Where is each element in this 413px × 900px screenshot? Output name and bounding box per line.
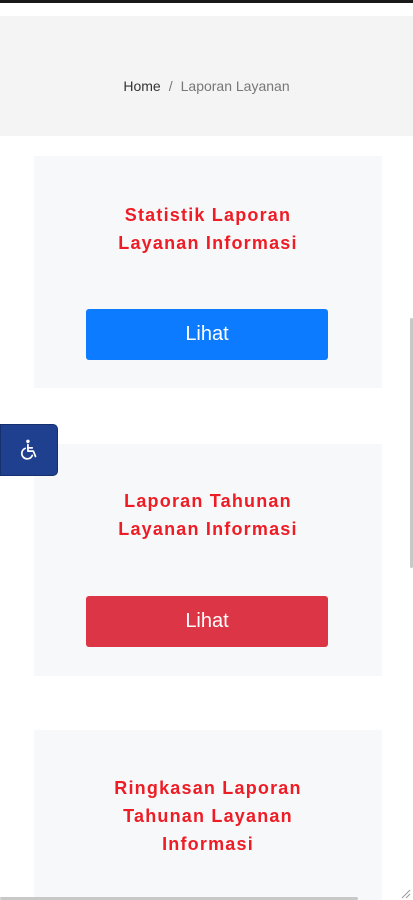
- top-border: [0, 0, 413, 3]
- breadcrumb-home-link[interactable]: Home: [123, 78, 160, 94]
- breadcrumb-current: Laporan Layanan: [180, 78, 290, 94]
- card-statistik-laporan: Statistik Laporan Layanan Informasi Liha…: [34, 156, 382, 388]
- card-title: Statistik Laporan Layanan Informasi: [118, 205, 298, 253]
- breadcrumb: Home / Laporan Layanan: [0, 78, 413, 94]
- page: Home / Laporan Layanan Statistik Laporan L…: [0, 0, 413, 900]
- card-laporan-tahunan: Laporan Tahunan Layanan Informasi Lihat: [34, 444, 382, 676]
- lihat-laporan-tahunan-button[interactable]: Lihat: [86, 596, 328, 647]
- lihat-statistik-button[interactable]: Lihat: [86, 309, 328, 360]
- page-header: [0, 16, 413, 136]
- accessibility-button[interactable]: [0, 424, 58, 476]
- resize-grip-icon[interactable]: [399, 886, 411, 899]
- card-title: Ringkasan Laporan Tahunan Layanan Inform…: [114, 778, 302, 854]
- card-title: Laporan Tahunan Layanan Informasi: [118, 491, 298, 539]
- wheelchair-icon: [16, 437, 42, 463]
- card-ringkasan-laporan: Ringkasan Laporan Tahunan Layanan Inform…: [34, 730, 382, 900]
- breadcrumb-separator: /: [168, 78, 173, 94]
